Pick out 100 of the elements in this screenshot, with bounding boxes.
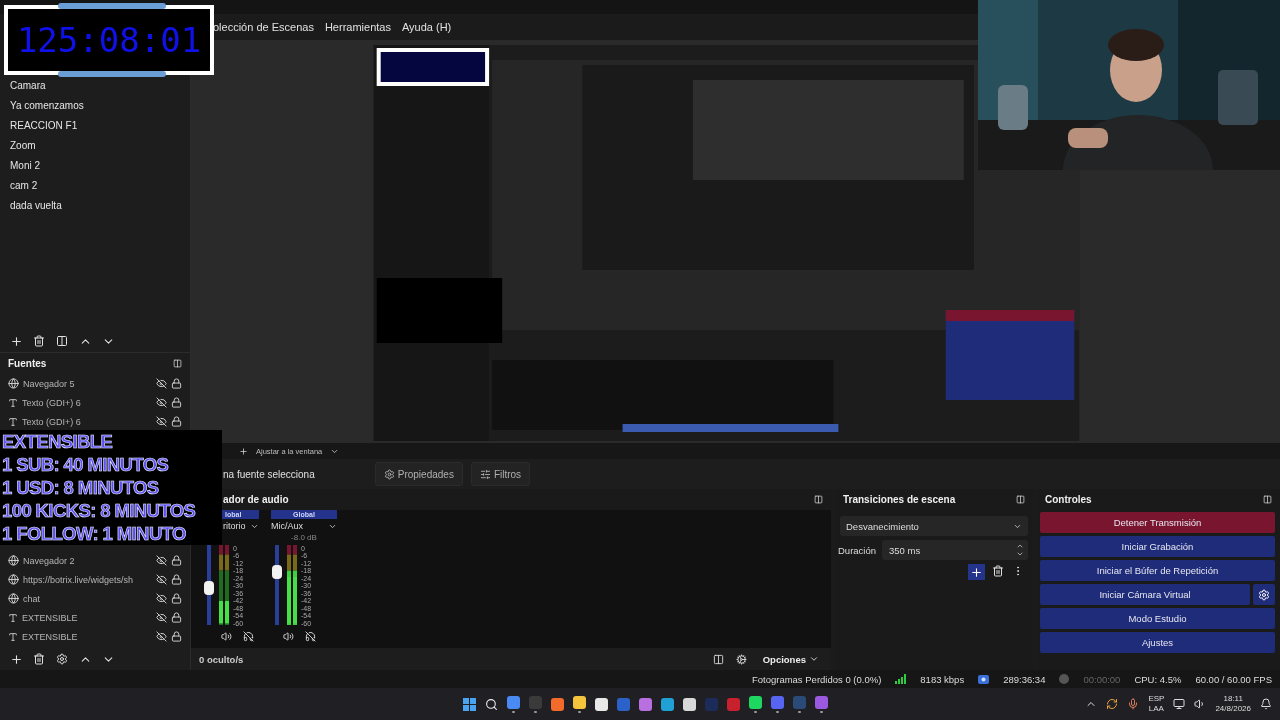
scene-item[interactable]: dada vuelta — [0, 196, 190, 216]
undock-icon — [1016, 495, 1025, 504]
slider-thumb[interactable] — [204, 581, 214, 596]
dock-title: Transiciones de escena — [843, 494, 956, 505]
delete-button[interactable] — [32, 652, 46, 666]
scene-item[interactable]: Moni 2 — [0, 156, 190, 176]
scene-item[interactable]: Zoom — [0, 136, 190, 156]
microphone-icon — [1127, 698, 1140, 710]
stream-time: 289:36:34 — [1003, 673, 1046, 685]
gear-icon — [1258, 588, 1270, 601]
menu-item[interactable]: Ayuda (H) — [401, 21, 452, 33]
globe-icon — [8, 378, 19, 389]
slider-thumb[interactable] — [272, 564, 282, 579]
control-button[interactable]: Iniciar Grabación — [1040, 536, 1275, 557]
add-button[interactable] — [9, 334, 23, 348]
panel-icon — [56, 335, 68, 347]
broadcast-icon — [978, 674, 990, 684]
gear-icon — [383, 468, 395, 480]
scene-item[interactable]: Camara — [0, 76, 190, 96]
lock-icon — [171, 574, 182, 585]
bitrate: 8183 kbps — [920, 673, 965, 685]
scene-item[interactable]: cam 2 — [0, 176, 190, 196]
properties-button[interactable]: Propiedades — [374, 462, 463, 486]
dock-title: Fuentes — [8, 358, 47, 369]
eye-off-icon — [156, 593, 167, 604]
plus-icon — [970, 565, 983, 579]
stop-stream-button[interactable]: Detener Transmisión — [1040, 512, 1275, 533]
language-indicator[interactable]: ESP LAA — [1148, 694, 1165, 714]
fps-reading: 60.00 / 60.00 FPS — [1195, 673, 1272, 685]
trash-icon — [33, 335, 45, 347]
menu-item[interactable]: olección de Escenas — [213, 21, 314, 33]
undock-icon — [814, 495, 823, 504]
headphone-off-button[interactable] — [241, 629, 255, 643]
plus-icon — [9, 334, 23, 348]
source-item[interactable]: EXTENSIBLE — [0, 627, 190, 646]
eye-off-icon — [156, 631, 167, 642]
duration-label: Duración — [838, 544, 877, 556]
virtual-camera-button[interactable]: Iniciar Cámara Virtual — [1040, 584, 1250, 605]
volume-slider[interactable] — [207, 545, 211, 625]
filters-button[interactable]: Filtros — [470, 462, 531, 486]
sync-icon — [1106, 698, 1119, 710]
text-icon — [8, 612, 18, 623]
add-button[interactable] — [968, 564, 985, 580]
source-item[interactable]: Navegador 2 — [0, 551, 190, 570]
settings-button[interactable] — [1253, 584, 1275, 605]
eye-off-icon — [156, 574, 167, 585]
volume-reading: -8.0 dB — [290, 533, 318, 544]
cpu-usage: CPU: 4.5% — [1134, 673, 1182, 685]
globe-icon — [8, 574, 19, 585]
dock-title: ador de audio — [223, 494, 289, 505]
delete-button[interactable] — [991, 564, 1005, 578]
lock-icon — [171, 555, 182, 566]
source-item[interactable]: EXTENSIBLE — [0, 608, 190, 627]
source-item[interactable]: chat — [0, 589, 190, 608]
trash-icon — [33, 653, 45, 665]
scene-item[interactable]: REACCION F1 — [0, 116, 190, 136]
menu-item[interactable]: Herramientas — [324, 21, 391, 33]
add-button[interactable] — [9, 652, 23, 666]
lock-icon — [171, 612, 182, 623]
duration-field[interactable]: 350 ms — [882, 540, 1028, 560]
source-item[interactable]: Navegador 5 — [0, 374, 190, 393]
control-button[interactable]: Ajustes — [1040, 632, 1275, 653]
monitor-icon — [1173, 698, 1186, 710]
filter-button[interactable] — [55, 334, 69, 348]
scene-item[interactable]: Ya comenzamos — [0, 96, 190, 116]
source-status-text: na fuente selecciona — [223, 468, 315, 480]
plus-icon — [9, 652, 23, 666]
source-item[interactable]: Texto (GDI+) 6 — [0, 412, 190, 431]
lock-icon — [171, 378, 182, 389]
globe-icon — [8, 555, 19, 566]
headphone-off-icon — [242, 630, 254, 642]
source-item[interactable]: https://botrix.live/widgets/sh — [0, 570, 190, 589]
speaker-button[interactable] — [281, 629, 295, 643]
hidden-count: 0 oculto/s — [199, 653, 244, 665]
headphone-off-button[interactable] — [303, 629, 317, 643]
control-button[interactable]: Iniciar el Búfer de Repetición — [1040, 560, 1275, 581]
options-button[interactable]: Opciones — [758, 653, 823, 665]
speaker-button[interactable] — [219, 629, 233, 643]
speaker-icon — [220, 630, 232, 642]
lock-icon — [171, 416, 182, 427]
record-time: 00:00:00 — [1083, 673, 1121, 685]
dock-title: Controles — [1045, 494, 1092, 505]
chevron-down-icon — [1016, 550, 1024, 558]
goal-text: 1 SUB: 40 MINUTOS — [2, 453, 170, 476]
caret-icon — [809, 654, 819, 664]
source-item[interactable]: Texto (GDI+) 6 — [0, 393, 190, 412]
undock-icon — [1263, 495, 1272, 504]
goal-text: EXTENSIBLE — [2, 430, 114, 453]
control-button[interactable]: Modo Estudio — [1040, 608, 1275, 629]
volume-slider[interactable] — [275, 545, 279, 625]
delete-button[interactable] — [32, 334, 46, 348]
clock[interactable]: 18:11 24/8/2026 — [1215, 694, 1251, 714]
eye-off-icon — [156, 378, 167, 389]
lock-icon — [171, 631, 182, 642]
transition-select[interactable]: Desvanecimiento — [840, 516, 1028, 536]
headphone-off-icon — [304, 630, 316, 642]
bell-icon — [1260, 698, 1272, 710]
eye-off-icon — [156, 555, 167, 566]
channel-name-dropdown[interactable]: Mic/Aux — [271, 519, 337, 533]
settings-button[interactable] — [55, 652, 69, 666]
